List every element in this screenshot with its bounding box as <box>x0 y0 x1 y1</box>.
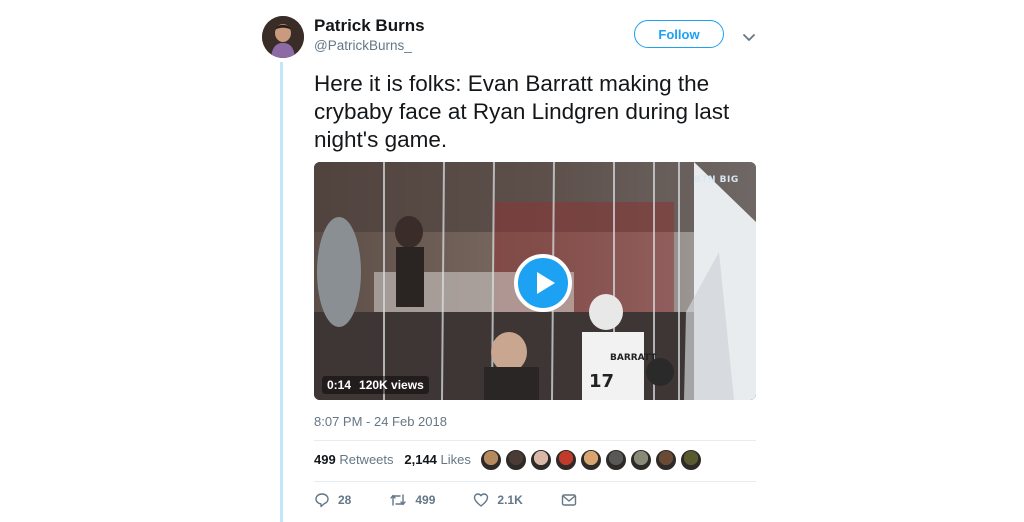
liker-avatar[interactable] <box>580 449 602 471</box>
video-views: 120K views <box>359 378 424 392</box>
svg-text:17: 17 <box>589 371 614 392</box>
reply-icon <box>315 493 329 508</box>
svg-text:BARRATT: BARRATT <box>610 353 657 363</box>
play-button[interactable] <box>514 254 572 312</box>
liker-avatar[interactable] <box>630 449 652 471</box>
user-handle[interactable]: @PatrickBurns_ <box>314 38 412 53</box>
liker-avatar[interactable] <box>605 449 627 471</box>
liker-avatar[interactable] <box>530 449 552 471</box>
divider <box>314 481 756 482</box>
reply-count: 28 <box>338 493 352 507</box>
tweet-timestamp[interactable]: 8:07 PM - 24 Feb 2018 <box>314 414 447 429</box>
liker-avatar[interactable] <box>555 449 577 471</box>
tweet-actions: 28 499 2.1K <box>314 492 585 508</box>
liker-avatar[interactable] <box>680 449 702 471</box>
retweet-icon <box>390 494 407 506</box>
heart-icon <box>474 493 489 507</box>
display-name[interactable]: Patrick Burns <box>314 16 425 36</box>
follow-button[interactable]: Follow <box>634 20 724 48</box>
chevron-down-icon[interactable] <box>742 30 756 41</box>
retweet-button[interactable]: 499 <box>389 492 435 508</box>
retweets-stat[interactable]: 499 Retweets <box>314 452 394 467</box>
network-logo: BTN BIG <box>694 175 739 185</box>
retweets-label: Retweets <box>339 452 394 467</box>
divider <box>314 440 756 441</box>
retweets-count: 499 <box>314 452 336 467</box>
liker-avatar[interactable] <box>480 449 502 471</box>
liker-avatar[interactable] <box>655 449 677 471</box>
like-button[interactable]: 2.1K <box>473 492 523 508</box>
video-info: 0:14 120K views <box>322 376 429 394</box>
liker-avatar[interactable] <box>505 449 527 471</box>
avatar[interactable] <box>262 16 304 58</box>
likes-count: 2,144 <box>404 452 437 467</box>
play-icon <box>536 272 555 294</box>
retweet-count: 499 <box>415 493 436 507</box>
reply-button[interactable]: 28 <box>314 492 351 508</box>
likes-label: Likes <box>440 452 471 467</box>
video-duration: 0:14 <box>327 378 352 392</box>
thread-line <box>280 62 283 522</box>
engagement-stats: 499 Retweets 2,144 Likes <box>314 452 471 467</box>
likes-stat[interactable]: 2,144 Likes <box>404 452 471 467</box>
tweet-text: Here it is folks: Evan Barratt making th… <box>314 71 730 152</box>
like-count: 2.1K <box>497 493 523 507</box>
envelope-icon <box>561 494 576 506</box>
direct-message-button[interactable] <box>561 493 585 507</box>
likers-avatars <box>480 449 705 471</box>
